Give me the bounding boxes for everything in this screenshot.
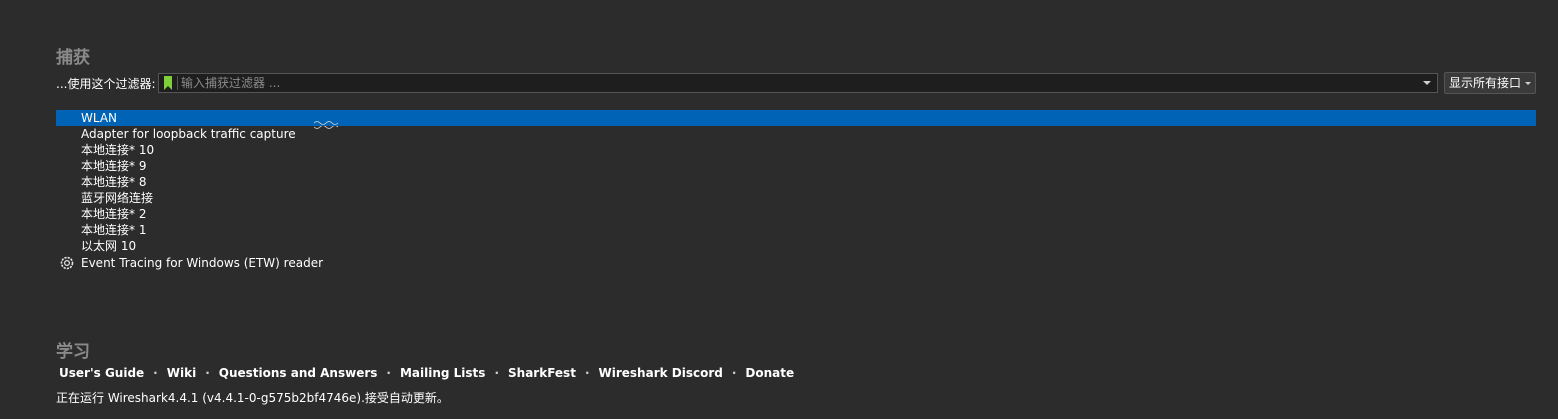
interface-name: 以太网 10	[81, 239, 137, 253]
filter-separator	[177, 76, 178, 90]
interface-row[interactable]: Adapter for loopback traffic capture	[56, 126, 1536, 142]
caret-down-icon	[1525, 82, 1531, 85]
interface-view-select-label: 显示所有接口	[1449, 76, 1522, 90]
learn-link[interactable]: Wireshark Discord	[599, 366, 723, 380]
link-separator: ·	[494, 366, 500, 380]
interface-name: 蓝牙网络连接	[81, 191, 154, 205]
learn-section-title: 学习	[56, 342, 90, 362]
learn-link[interactable]: Mailing Lists	[400, 366, 485, 380]
interface-row[interactable]: 本地连接* 9	[56, 158, 1536, 174]
chevron-down-icon[interactable]	[1423, 81, 1431, 85]
interface-row[interactable]: 本地连接* 2	[56, 206, 1536, 222]
interface-name: 本地连接* 10	[81, 143, 155, 157]
interface-row[interactable]: 蓝牙网络连接	[56, 190, 1536, 206]
interface-name: Event Tracing for Windows (ETW) reader	[81, 256, 324, 270]
wireshark-welcome-page: 捕获 ...使用这个过滤器: 显示所有接口 WLAN Adapter for lo…	[0, 0, 1558, 419]
interface-name: 本地连接* 8	[81, 175, 147, 189]
learn-links: User's Guide · Wiki · Questions and Answers ·…	[59, 365, 794, 381]
interface-row-etw-reader[interactable]: Event Tracing for Windows (ETW) reader	[56, 254, 1536, 272]
capture-filter-label: ...使用这个过滤器:	[56, 77, 156, 91]
capture-section-title: 捕获	[56, 48, 90, 68]
interface-name: 本地连接* 2	[81, 207, 147, 221]
interface-row[interactable]: 本地连接* 10	[56, 142, 1536, 158]
learn-link[interactable]: User's Guide	[59, 366, 144, 380]
interface-list[interactable]: WLAN Adapter for loopback traffic capture…	[56, 110, 1536, 272]
interface-name: 本地连接* 9	[81, 159, 147, 173]
interface-name: WLAN	[81, 111, 118, 125]
gear-icon[interactable]	[60, 256, 74, 270]
interface-row[interactable]: 本地连接* 1	[56, 222, 1536, 238]
traffic-sparkline	[314, 126, 338, 129]
link-separator: ·	[386, 366, 391, 380]
link-separator: ·	[153, 366, 158, 380]
interface-name: 本地连接* 1	[81, 223, 147, 237]
learn-link[interactable]: Wiki	[167, 366, 196, 380]
capture-filter-input[interactable]	[181, 74, 1411, 92]
learn-link[interactable]: SharkFest	[508, 366, 576, 380]
learn-link[interactable]: Questions and Answers	[219, 366, 378, 380]
link-separator: ·	[731, 366, 737, 380]
link-separator: ·	[205, 366, 210, 380]
interface-row[interactable]: 以太网 10	[56, 238, 1536, 254]
interface-row[interactable]: 本地连接* 8	[56, 174, 1536, 190]
traffic-sparkline	[314, 121, 338, 125]
learn-link[interactable]: Donate	[745, 366, 794, 380]
bookmark-icon[interactable]	[163, 76, 173, 90]
version-status-text: 正在运行 Wireshark4.4.1 (v4.4.1-0-g575b2bf47…	[56, 391, 449, 405]
link-separator: ·	[584, 366, 590, 380]
interface-view-select[interactable]: 显示所有接口	[1444, 72, 1536, 94]
interface-name: Adapter for loopback traffic capture	[81, 127, 296, 141]
interface-row[interactable]: WLAN	[56, 110, 1536, 126]
capture-filter-combobox[interactable]	[158, 73, 1438, 93]
